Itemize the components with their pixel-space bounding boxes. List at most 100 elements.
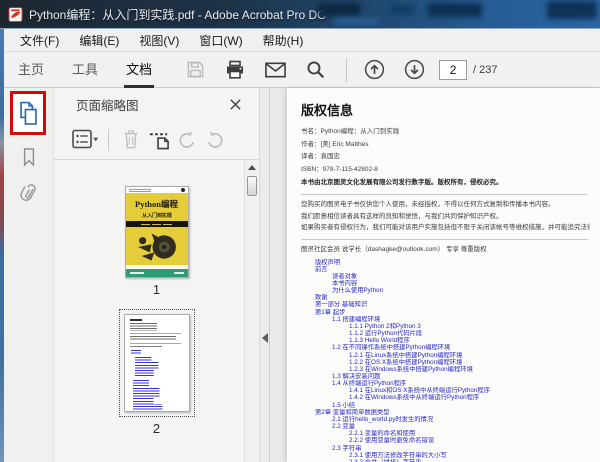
panel-divider[interactable] xyxy=(259,88,270,462)
menu-item-3[interactable]: 窗口(W) xyxy=(189,29,252,52)
toc-link[interactable]: 2.3.1 使用方法修改字符串的大小写 xyxy=(301,452,590,459)
cover-title: Python编程 xyxy=(126,198,188,210)
page-up-icon xyxy=(364,59,385,80)
scrollbar-thumb[interactable] xyxy=(247,176,257,196)
delete-pages-button[interactable] xyxy=(117,127,145,153)
toc-link[interactable]: 1.3 解决安装问题 xyxy=(301,373,590,380)
attachments-button[interactable] xyxy=(4,177,54,209)
thumbnail-selection-border xyxy=(119,309,195,417)
thumbnails-panel-title: 页面缩略图 xyxy=(76,95,139,114)
next-page-button[interactable] xyxy=(397,55,431,85)
thumbnails-panel-toolbar xyxy=(54,120,259,160)
toc-link[interactable]: 第一部分 基础知识 xyxy=(301,301,590,308)
toc-link[interactable]: 1.1.1 Python 2和Python 3 xyxy=(301,323,590,330)
toolbar-separator xyxy=(346,58,347,82)
toc-link[interactable]: 2.1 运行hello_world.py时发生的情况 xyxy=(301,416,590,423)
thumbnail-page-1-label: 1 xyxy=(153,282,160,297)
rotate-cw-icon xyxy=(205,130,225,150)
toc-link[interactable]: 1.1.3 Hello World程序 xyxy=(301,337,590,344)
thumbnail-page-1-image[interactable]: Python编程 从入门到实践 xyxy=(125,186,189,278)
save-icon xyxy=(186,60,205,79)
menu-item-2[interactable]: 视图(V) xyxy=(129,29,189,52)
toc-link[interactable]: 第2章 变量和简单数据类型 xyxy=(301,409,590,416)
publisher-notice: 本书由北京图灵文化发展有限公司发行数字版。版权所有，侵权必究。 xyxy=(301,177,590,189)
toc-link[interactable]: 1.1 搭建编程环境 xyxy=(301,316,590,323)
member-watermark: 图灵社区会员 说学长（dashagke@outlook.com） 专享 尊重版权 xyxy=(301,244,590,256)
censored-block xyxy=(547,1,597,19)
panel-scrollbar[interactable] xyxy=(244,160,258,462)
bookmarks-button[interactable] xyxy=(4,141,54,173)
toc-link[interactable]: 读者对象 xyxy=(301,273,590,280)
license-line: 您购买的图灵电子书仅供您个人使用，未经授权，不得以任何方式复制和传播本书内容。 xyxy=(301,199,590,211)
rotate-ccw-icon xyxy=(177,130,197,150)
scroll-up-arrow-icon[interactable] xyxy=(248,165,256,170)
toc-link[interactable]: 第1章 起步 xyxy=(301,309,590,316)
thumbnail-page-2[interactable]: 2 xyxy=(54,309,259,436)
toc-link[interactable]: 2.3 字符串 xyxy=(301,445,590,452)
rotate-clockwise-button[interactable] xyxy=(201,127,229,153)
toc-link[interactable]: 版权声明 xyxy=(301,259,590,266)
search-icon xyxy=(306,60,325,79)
cover-machine-art xyxy=(130,229,184,265)
email-icon xyxy=(265,62,286,78)
toc-link[interactable]: 1.4.2 在Windows系统中从终端运行Python程序 xyxy=(301,394,590,401)
print-button[interactable] xyxy=(218,55,252,85)
toc-link[interactable]: 为什么使用Python xyxy=(301,287,590,294)
toc-link[interactable]: 1.5 小结 xyxy=(301,402,590,409)
toc-link[interactable]: 1.1.2 运行Python代码片段 xyxy=(301,330,590,337)
title-bar: Python编程：从入门到实践.pdf - Adobe Acrobat Pro … xyxy=(0,0,600,29)
toolbar-tab-0[interactable]: 主页 xyxy=(16,52,46,88)
page-thumbnails-button[interactable] xyxy=(18,101,39,126)
toc-link[interactable]: 2.2.1 变量的命名和使用 xyxy=(301,430,590,437)
toc-link[interactable]: 1.2.2 在OS X系统中搭建Python编程环境 xyxy=(301,359,590,366)
menu-item-1[interactable]: 编辑(E) xyxy=(69,29,129,52)
rule xyxy=(301,239,588,240)
toolbar-tab-1[interactable]: 工具 xyxy=(70,52,100,88)
page-thumbnails-icon xyxy=(18,101,39,126)
thumbnail-page-2-label: 2 xyxy=(153,421,160,436)
bookmarks-icon xyxy=(21,147,37,167)
toc-link[interactable]: 2.2 变量 xyxy=(301,423,590,430)
email-button[interactable] xyxy=(258,55,292,85)
page-number-input[interactable] xyxy=(439,60,467,80)
search-button[interactable] xyxy=(298,55,332,85)
document-heading: 版权信息 xyxy=(301,100,590,119)
censored-block xyxy=(390,5,414,14)
toolbar-tab-2[interactable]: 文档 xyxy=(124,52,154,88)
document-meta-line: 书名：Python编程：从入门到实践 xyxy=(301,126,590,139)
toolbar-tabs: 主页工具文档 xyxy=(16,52,154,88)
toc-link[interactable]: 1.4 从终端运行Python程序 xyxy=(301,380,590,387)
toc-link[interactable]: 1.2.1 在Linux系统中搭建Python编程环境 xyxy=(301,352,590,359)
toc-link[interactable]: 前言 xyxy=(301,266,590,273)
censored-block xyxy=(318,3,360,16)
table-of-contents: 版权声明前言读者对象本书内容为什么使用Python致谢第一部分 基础知识第1章 … xyxy=(301,259,590,462)
menu-item-4[interactable]: 帮助(H) xyxy=(253,29,314,52)
document-meta: 书名：Python编程：从入门到实践作者：[美] Eric Matthes译者：… xyxy=(301,126,590,176)
toc-link[interactable]: 致谢 xyxy=(301,294,590,301)
close-panel-button[interactable] xyxy=(227,96,243,112)
thumbnail-page-2-image[interactable] xyxy=(124,314,190,412)
toc-link[interactable]: 1.4.1 在Linux和OS X系统中从终端运行Python程序 xyxy=(301,387,590,394)
censored-block xyxy=(334,18,378,25)
collapse-panel-arrow-icon[interactable] xyxy=(262,333,268,343)
close-icon xyxy=(229,98,242,111)
insert-pages-button[interactable] xyxy=(145,127,173,153)
save-button[interactable] xyxy=(178,55,212,85)
document-meta-line: ISBN：978-7-115-42802-8 xyxy=(301,164,590,177)
rotate-counterclockwise-button[interactable] xyxy=(173,127,201,153)
navigation-rail xyxy=(4,88,54,462)
toc-link[interactable]: 1.2.3 在Windows系统中搭建Python编程环境 xyxy=(301,366,590,373)
document-view: 版权信息 书名：Python编程：从入门到实践作者：[美] Eric Matth… xyxy=(270,88,600,462)
options-menu-button[interactable] xyxy=(68,127,102,153)
document-meta-line: 译者：袁国忠 xyxy=(301,151,590,164)
window-title: Python编程：从入门到实践.pdf - Adobe Acrobat Pro … xyxy=(29,6,326,23)
toc-link[interactable]: 2.2.2 使用变量时避免命名错误 xyxy=(301,437,590,444)
toolbar: 主页工具文档 xyxy=(4,52,600,88)
previous-page-button[interactable] xyxy=(357,55,391,85)
thumbnails-list: Python编程 从入门到实践 xyxy=(54,160,259,462)
menu-item-0[interactable]: 文件(F) xyxy=(10,29,69,52)
toc-link[interactable]: 本书内容 xyxy=(301,280,590,287)
menu-bar: 文件(F)编辑(E)视图(V)窗口(W)帮助(H) xyxy=(4,29,600,52)
toc-link[interactable]: 1.2 在不同操作系统中搭建Python编程环境 xyxy=(301,344,590,351)
thumbnail-page-1[interactable]: Python编程 从入门到实践 xyxy=(54,186,259,297)
